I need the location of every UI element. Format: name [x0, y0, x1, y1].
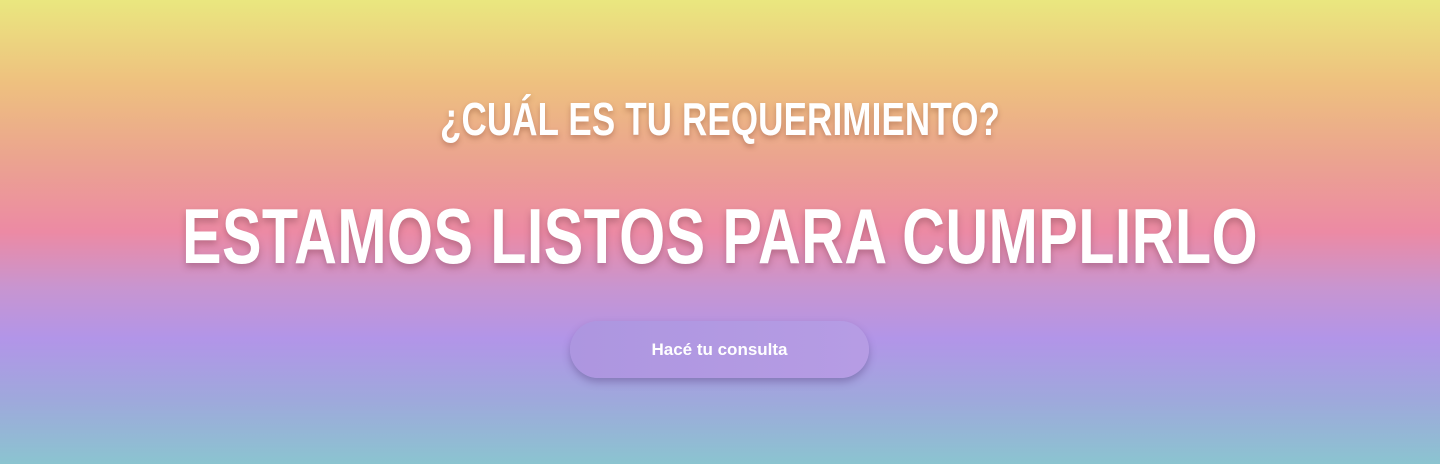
hero-kicker: ¿Cuál es tu requerimiento?	[439, 93, 1001, 145]
consult-button[interactable]: Hacé tu consulta	[570, 321, 869, 378]
hero-headline: Estamos listos para cumplirlo	[182, 192, 1258, 280]
hero-banner: ¿Cuál es tu requerimiento? Estamos listo…	[0, 0, 1440, 464]
hero-content: ¿Cuál es tu requerimiento? Estamos listo…	[0, 0, 1440, 464]
